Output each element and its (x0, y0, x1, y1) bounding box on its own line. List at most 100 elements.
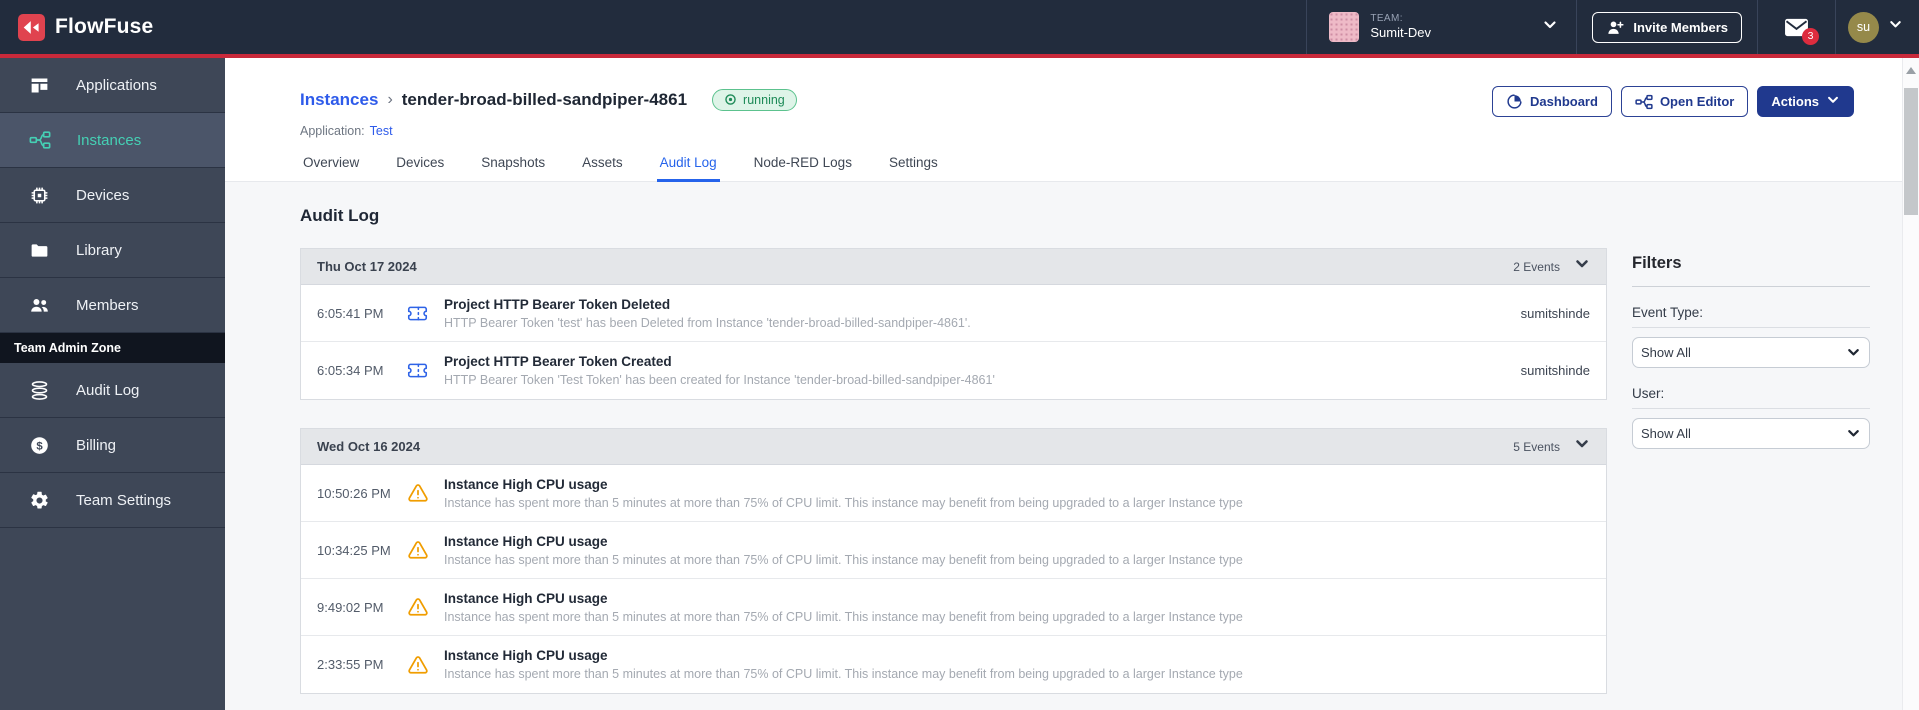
divider (1632, 286, 1870, 287)
scrollbar[interactable] (1902, 58, 1919, 710)
application-label: Application: (300, 124, 365, 138)
event-description: Instance has spent more than 5 minutes a… (444, 667, 1243, 681)
dashboard-button[interactable]: Dashboard (1492, 86, 1612, 117)
sidebar-item-library[interactable]: Library (0, 223, 225, 278)
breadcrumb-instances-link[interactable]: Instances (300, 90, 378, 110)
actions-button-label: Actions (1771, 94, 1819, 109)
header-actions: TEAM: Sumit-Dev Invite Members 3 su (1306, 0, 1919, 54)
event-title: Instance High CPU usage (444, 533, 608, 549)
notifications-button[interactable]: 3 (1784, 17, 1819, 45)
sidebar-item-label: Billing (76, 436, 117, 454)
group-event-count: 5 Events (1513, 439, 1560, 454)
application-line: Application: Test (300, 124, 1854, 138)
scrollbar-thumb[interactable] (1904, 88, 1918, 215)
tab-devices[interactable]: Devices (393, 155, 447, 182)
applications-icon (31, 78, 48, 92)
scrollbar-up-arrow-icon[interactable] (1906, 67, 1916, 74)
page-title: Audit Log (300, 206, 380, 225)
instances-icon (29, 131, 51, 149)
svg-text:$: $ (36, 440, 43, 452)
user-select[interactable]: Show All (1632, 418, 1870, 449)
folder-icon (31, 243, 48, 257)
open-editor-button-label: Open Editor (1659, 94, 1735, 109)
sidebar-item-billing[interactable]: $ Billing (0, 418, 225, 473)
warning-icon (407, 654, 429, 676)
event-title: Instance High CPU usage (444, 590, 608, 606)
sidebar-item-members[interactable]: Members (0, 278, 225, 333)
sidebar-item-instances[interactable]: Instances (0, 113, 225, 168)
flowfuse-logo-icon (18, 13, 45, 41)
event-time: 10:50:26 PM (317, 485, 391, 501)
status-label: running (743, 92, 785, 107)
tab-snapshots[interactable]: Snapshots (478, 155, 548, 182)
sidebar-item-audit-log[interactable]: Audit Log (0, 363, 225, 418)
sidebar-item-label: Devices (76, 186, 130, 204)
flowfuse-logo[interactable]: FlowFuse (0, 13, 154, 41)
actions-button[interactable]: Actions (1757, 86, 1854, 117)
audit-group-header[interactable]: Thu Oct 17 2024 2 Events (301, 249, 1606, 285)
event-user: sumitshinde (1520, 363, 1590, 378)
brand-name: FlowFuse (55, 15, 154, 38)
team-label: TEAM: (1370, 12, 1403, 24)
notification-badge: 3 (1802, 27, 1819, 45)
breadcrumb-separator: › (387, 90, 393, 108)
event-type-select[interactable]: Show All (1632, 337, 1870, 368)
event-type-label: Event Type: (1632, 305, 1704, 320)
instance-name: tender-broad-billed-sandpiper-4861 (401, 89, 688, 109)
event-description: HTTP Bearer Token 'Test Token' has been … (444, 373, 995, 387)
warning-icon (407, 482, 429, 504)
filters-title: Filters (1632, 254, 1682, 272)
application-link[interactable]: Test (370, 124, 393, 138)
notifications-section: 3 (1757, 0, 1835, 54)
sidebar-item-label: Members (76, 296, 139, 314)
sidebar-item-devices[interactable]: Devices (0, 168, 225, 223)
audit-event-row: 6:05:34 PM Project HTTP Bearer Token Cre… (301, 342, 1606, 399)
dashboard-button-label: Dashboard (1530, 94, 1598, 109)
team-name: Sumit-Dev (1370, 25, 1432, 41)
invite-members-button[interactable]: Invite Members (1592, 11, 1742, 43)
filters-panel: Filters Event Type: Show All User: Show … (1632, 254, 1870, 694)
tab-node-red-logs[interactable]: Node-RED Logs (751, 155, 855, 182)
divider (1632, 327, 1870, 328)
tab-settings[interactable]: Settings (886, 155, 941, 182)
sidebar-item-label: Audit Log (76, 381, 140, 399)
instance-topbar: Instances › tender-broad-billed-sandpipe… (225, 58, 1902, 182)
sidebar: Applications Instances Devices Library M… (0, 58, 225, 710)
audit-group-header[interactable]: Wed Oct 16 2024 5 Events (301, 429, 1606, 465)
main-content: Instances › tender-broad-billed-sandpipe… (225, 58, 1902, 710)
event-description: Instance has spent more than 5 minutes a… (444, 495, 1243, 510)
user-label: User: (1632, 386, 1665, 401)
breadcrumb: Instances › tender-broad-billed-sandpipe… (300, 88, 797, 111)
group-date: Wed Oct 16 2024 (317, 439, 421, 454)
event-time: 6:05:41 PM (317, 305, 384, 321)
event-description: Instance has spent more than 5 minutes a… (444, 609, 1243, 624)
event-title: Instance High CPU usage (444, 648, 608, 663)
chevron-down-icon (1542, 17, 1558, 38)
dollar-icon: $ (31, 436, 48, 454)
tab-audit-log[interactable]: Audit Log (656, 155, 720, 182)
audit-group: Wed Oct 16 2024 5 Events 10:50:26 PM Ins… (300, 428, 1607, 694)
instance-tabs: Overview Devices Snapshots Assets Audit … (300, 155, 1854, 182)
tab-overview[interactable]: Overview (300, 155, 362, 182)
event-description: Instance has spent more than 5 minutes a… (444, 552, 1243, 567)
users-icon (31, 298, 48, 312)
sidebar-item-label: Instances (77, 131, 142, 149)
chevron-down-icon (1888, 17, 1903, 37)
sidebar-item-team-settings[interactable]: Team Settings (0, 473, 225, 528)
chip-icon (31, 187, 48, 203)
tab-assets[interactable]: Assets (579, 155, 626, 182)
app-header: FlowFuse TEAM: Sumit-Dev Invite Members (0, 0, 1919, 58)
sidebar-item-label: Library (76, 241, 122, 259)
open-editor-button[interactable]: Open Editor (1620, 86, 1749, 117)
team-avatar (1329, 12, 1360, 42)
audit-group: Thu Oct 17 2024 2 Events 6:05:41 PM Proj… (300, 248, 1607, 400)
user-menu[interactable]: su (1835, 0, 1919, 54)
divider (1632, 408, 1870, 409)
warning-icon (407, 596, 429, 618)
chevron-down-icon (1574, 256, 1590, 277)
sidebar-item-applications[interactable]: Applications (0, 58, 225, 113)
user-plus-icon (1606, 18, 1625, 37)
team-text: TEAM: Sumit-Dev (1370, 13, 1431, 42)
team-selector[interactable]: TEAM: Sumit-Dev (1306, 0, 1576, 54)
group-event-count: 2 Events (1513, 259, 1560, 274)
